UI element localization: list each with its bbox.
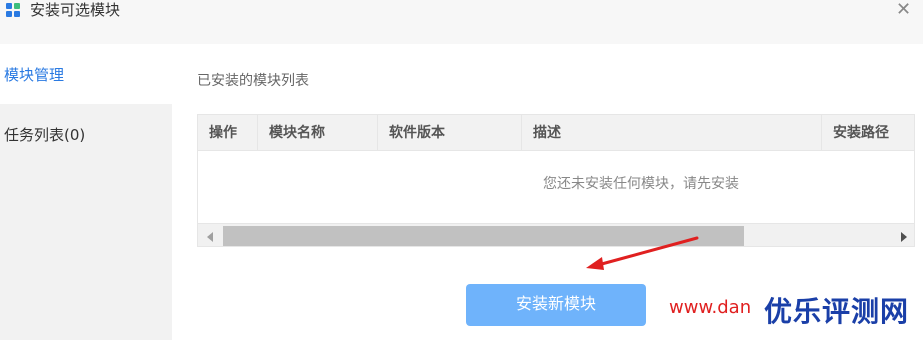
sidebar: 模块管理 任务列表(0) <box>0 44 172 340</box>
watermark-url: www.dan <box>669 297 752 318</box>
watermark-brand: 优乐评测网 <box>764 295 910 328</box>
scroll-right-icon[interactable] <box>901 232 907 242</box>
empty-state-text: 您还未安装任何模块，请先安装 <box>543 176 739 192</box>
close-icon[interactable]: ✕ <box>896 0 911 20</box>
column-header-version[interactable]: 软件版本 <box>378 115 522 151</box>
empty-state: 您还未安装任何模块，请先安装 <box>198 173 914 193</box>
section-label: 已安装的模块列表 <box>197 73 309 89</box>
title-bar: 安装可选模块 ✕ <box>0 0 923 44</box>
red-arrow-annotation <box>586 236 699 270</box>
horizontal-scrollbar[interactable] <box>198 223 914 246</box>
column-header-description[interactable]: 描述 <box>522 115 822 151</box>
sidebar-item-task-list[interactable]: 任务列表(0) <box>0 104 172 164</box>
modules-grid-icon <box>6 3 20 17</box>
window-title: 安装可选模块 <box>30 1 121 19</box>
column-header-install-path[interactable]: 安装路径 <box>822 115 914 151</box>
sidebar-item-module-management[interactable]: 模块管理 <box>0 44 172 104</box>
column-header-action[interactable]: 操作 <box>198 115 258 151</box>
installed-modules-table: 操作 模块名称 软件版本 描述 安装路径 您还未安装任何模块，请先安装 <box>197 114 915 247</box>
column-header-module-name[interactable]: 模块名称 <box>258 115 378 151</box>
table-header: 操作 模块名称 软件版本 描述 安装路径 <box>198 115 914 151</box>
scroll-left-icon[interactable] <box>207 232 213 242</box>
install-new-module-button[interactable]: 安装新模块 <box>466 284 646 326</box>
